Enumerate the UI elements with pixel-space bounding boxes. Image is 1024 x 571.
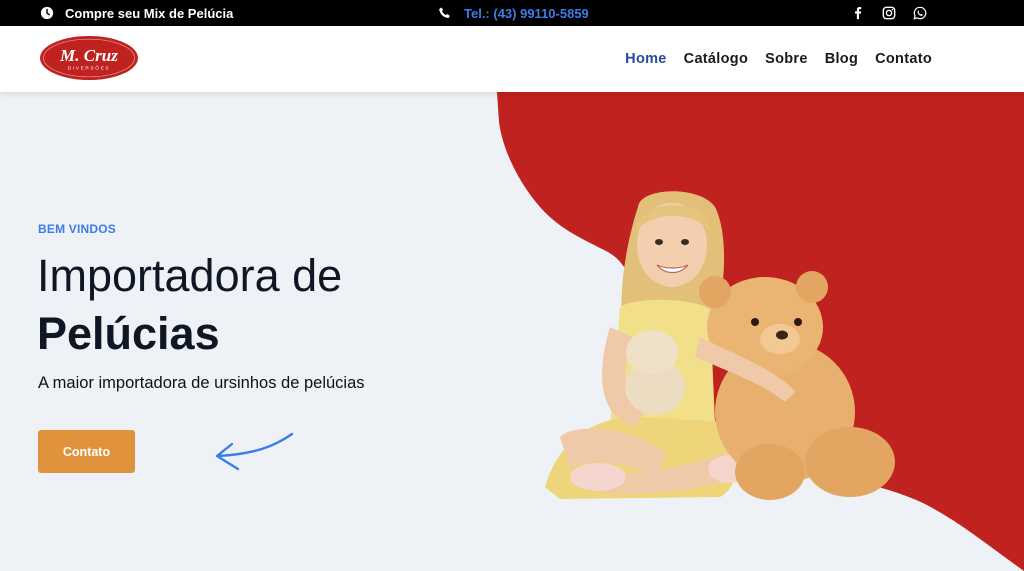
- instagram-icon[interactable]: [882, 6, 896, 20]
- nav-contato[interactable]: Contato: [875, 51, 932, 67]
- nav-blog[interactable]: Blog: [825, 51, 858, 67]
- site-header: M. Cruz DIVERSÕES Home Catálogo Sobre Bl…: [0, 26, 1024, 92]
- logo-subtext: DIVERSÕES: [68, 65, 110, 72]
- clock-icon: [40, 6, 54, 20]
- phone-link[interactable]: Tel.: (43) 99110-5859: [464, 6, 589, 21]
- main-nav: Home Catálogo Sobre Blog Contato: [625, 26, 932, 92]
- nav-home[interactable]: Home: [625, 51, 667, 67]
- contato-button[interactable]: Contato: [38, 430, 135, 473]
- whatsapp-icon[interactable]: [913, 6, 927, 20]
- logo[interactable]: M. Cruz DIVERSÕES: [39, 35, 139, 81]
- nav-sobre[interactable]: Sobre: [765, 51, 808, 67]
- facebook-icon[interactable]: [851, 6, 865, 20]
- phone-icon: [438, 6, 452, 20]
- hero-title-line1: Importadora de: [37, 250, 343, 301]
- top-bar: Compre seu Mix de Pelúcia Tel.: (43) 991…: [0, 0, 1024, 26]
- hero-subtitle: A maior importadora de ursinhos de pelúc…: [38, 374, 365, 392]
- hero-section: BEM VINDOS Importadora de Pelúcias A mai…: [0, 92, 1024, 571]
- logo-text: M. Cruz: [59, 46, 118, 65]
- nav-catalogo[interactable]: Catálogo: [684, 51, 748, 67]
- promo-block: Compre seu Mix de Pelúcia: [40, 0, 233, 26]
- arrow-icon: [215, 432, 294, 471]
- phone-block[interactable]: Tel.: (43) 99110-5859: [438, 0, 589, 26]
- girl-with-teddy-bear-image: [545, 191, 895, 500]
- hero-eyebrow: BEM VINDOS: [38, 222, 117, 236]
- social-links: [851, 0, 927, 26]
- hero-title-line2: Pelúcias: [37, 308, 220, 359]
- promo-text: Compre seu Mix de Pelúcia: [65, 5, 234, 21]
